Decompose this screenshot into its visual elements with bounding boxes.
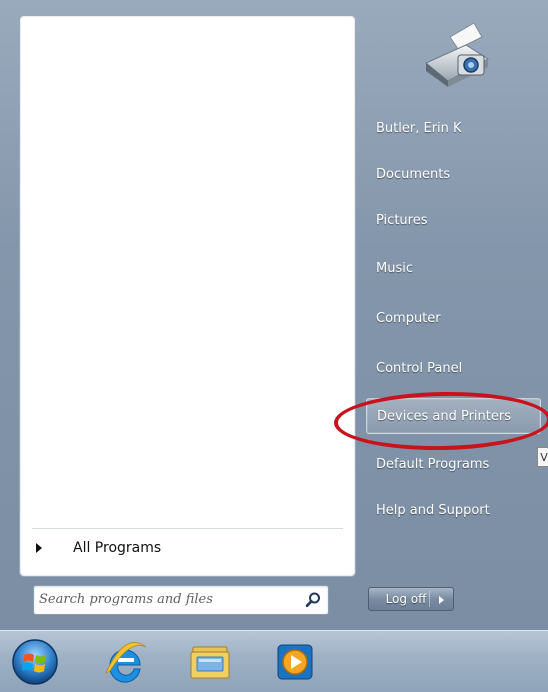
pictures-link[interactable]: Pictures (366, 202, 541, 238)
places-pane: Butler, Erin K Documents Pictures Music … (360, 0, 548, 630)
search-input[interactable] (39, 589, 294, 609)
all-programs-label: All Programs (73, 540, 162, 556)
help-and-support-link[interactable]: Help and Support (366, 492, 541, 528)
log-off-label: Log off (385, 592, 427, 606)
printer-camera-icon (425, 22, 489, 87)
control-panel-link[interactable]: Control Panel (366, 350, 541, 386)
default-programs-link[interactable]: Default Programs (366, 446, 541, 482)
triangle-right-icon (36, 543, 42, 553)
magnifier-icon[interactable] (304, 591, 322, 609)
devices-and-printers-link[interactable]: Devices and Printers (366, 398, 541, 434)
documents-link[interactable]: Documents (366, 156, 541, 192)
button-separator (429, 591, 430, 607)
shutdown-options-arrow-icon[interactable] (439, 596, 444, 604)
media-player-icon[interactable] (270, 637, 320, 687)
divider (32, 528, 343, 529)
computer-link[interactable]: Computer (366, 300, 541, 336)
search-box[interactable] (33, 585, 329, 615)
log-off-button[interactable]: Log off (368, 587, 454, 611)
programs-pane: All Programs (19, 15, 356, 577)
user-name-link[interactable]: Butler, Erin K (366, 110, 541, 146)
music-link[interactable]: Music (366, 250, 541, 286)
taskbar (0, 630, 548, 692)
windows-start-orb-icon[interactable] (10, 637, 60, 687)
internet-explorer-icon[interactable] (100, 637, 150, 687)
start-menu: All Programs Butler, Erin K Do (0, 0, 548, 630)
file-explorer-icon[interactable] (185, 637, 235, 687)
all-programs-button[interactable]: All Programs (30, 536, 340, 560)
tooltip: V (537, 447, 548, 467)
